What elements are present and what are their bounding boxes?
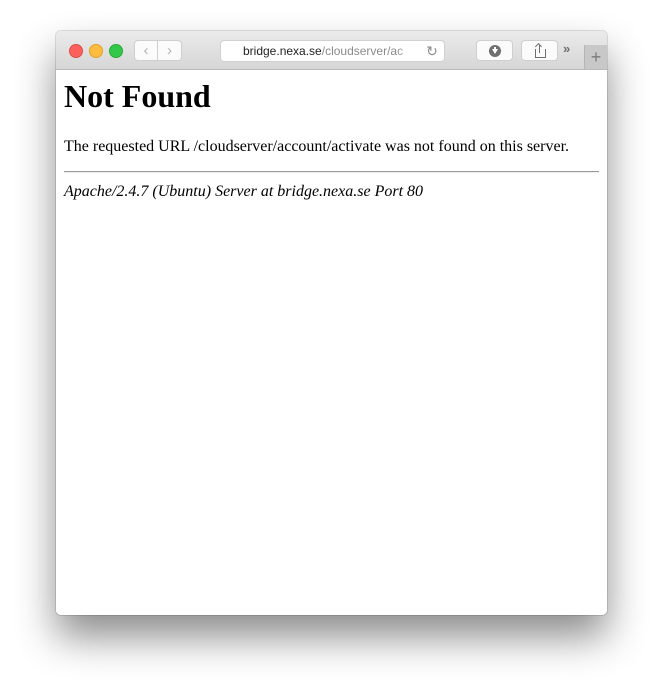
divider bbox=[64, 171, 599, 173]
maximize-window-button[interactable] bbox=[109, 44, 123, 58]
share-icon bbox=[534, 42, 546, 58]
chevron-left-icon: ‹ bbox=[143, 42, 149, 59]
browser-toolbar: ‹ › bridge.nexa.se/cloudserver/ac ↻ » + bbox=[56, 31, 607, 70]
back-button[interactable]: ‹ bbox=[134, 40, 158, 61]
toolbar-overflow-icon[interactable]: » bbox=[563, 41, 570, 56]
url-host: bridge.nexa.se bbox=[243, 44, 322, 58]
forward-button[interactable]: › bbox=[158, 40, 182, 61]
url-fade bbox=[396, 41, 422, 61]
address-bar[interactable]: bridge.nexa.se/cloudserver/ac ↻ bbox=[220, 40, 445, 62]
plus-icon: + bbox=[590, 46, 602, 67]
server-signature: Apache/2.4.7 (Ubuntu) Server at bridge.n… bbox=[64, 183, 424, 200]
chevron-right-icon: › bbox=[167, 42, 172, 59]
close-window-button[interactable] bbox=[69, 44, 83, 58]
error-message: The requested URL /cloudserver/account/a… bbox=[64, 138, 570, 155]
reload-icon[interactable]: ↻ bbox=[424, 41, 440, 61]
download-icon bbox=[488, 44, 501, 57]
page-content: Not Found The requested URL /cloudserver… bbox=[56, 70, 607, 615]
url-path: /cloudserver/ac bbox=[321, 44, 404, 58]
minimize-window-button[interactable] bbox=[89, 44, 103, 58]
page-title: Not Found bbox=[64, 78, 211, 114]
new-tab-button[interactable]: + bbox=[584, 45, 607, 69]
browser-window: ‹ › bridge.nexa.se/cloudserver/ac ↻ » + … bbox=[56, 31, 607, 615]
url-text: bridge.nexa.se/cloudserver/ac bbox=[243, 41, 403, 61]
downloads-button[interactable] bbox=[476, 40, 513, 61]
share-button[interactable] bbox=[521, 40, 558, 61]
